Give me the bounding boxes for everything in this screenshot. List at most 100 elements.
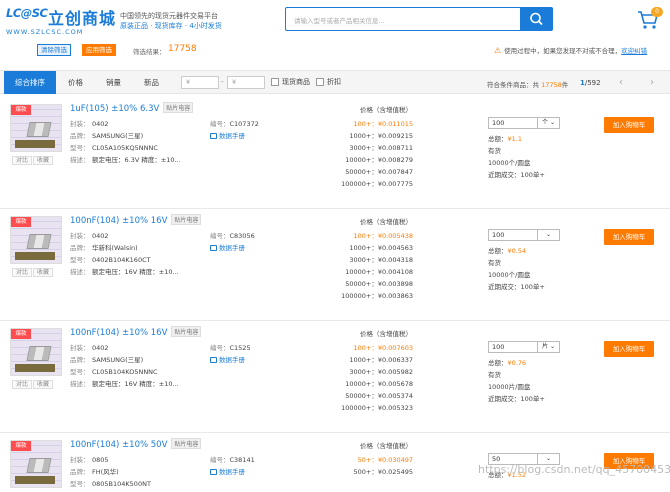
code-value: C107372 — [229, 120, 259, 128]
product-title[interactable]: 100nF(104) ±10% 16V 贴片电容 — [70, 214, 202, 226]
desc-label: 描述： — [70, 156, 90, 164]
unit-value[interactable]: 片 — [542, 343, 548, 350]
package-value: 0402 — [92, 120, 109, 128]
add-to-cart-button[interactable]: 加入购物车 — [604, 117, 654, 133]
add-to-cart-button[interactable]: 加入购物车 — [604, 229, 654, 245]
quantity-input[interactable]: 100 ⌄ — [488, 229, 560, 241]
product-image[interactable]: 爆款 — [10, 216, 62, 264]
compare-button[interactable]: 对比 — [12, 380, 33, 389]
apply-filter-button[interactable]: 应用筛选 — [82, 44, 116, 56]
price-from-input[interactable]: ¥ — [181, 76, 219, 89]
unit-value[interactable]: 个 — [542, 119, 548, 126]
datasheet-link[interactable]: 数据手册 — [210, 354, 245, 364]
tab-sales[interactable]: 销量 — [106, 71, 121, 94]
datasheet-link[interactable]: 数据手册 — [210, 130, 245, 140]
price-tier: 100+：¥0.007603 — [353, 344, 413, 352]
stock-status: 有货 — [488, 259, 501, 267]
next-page-button[interactable]: › — [645, 75, 659, 91]
datasheet-link[interactable]: 数据手册 — [210, 242, 245, 252]
product-title[interactable]: 100nF(104) ±10% 16V 贴片电容 — [70, 326, 202, 338]
feedback-link[interactable]: 欢迎纠错 — [621, 47, 647, 55]
favorite-button[interactable]: 收藏 — [33, 268, 54, 277]
compare-button[interactable]: 对比 — [12, 156, 33, 165]
quantity-value[interactable]: 100 — [492, 343, 504, 351]
logo-mark[interactable]: LC@SC — [6, 6, 48, 28]
slogan-line1: 中国领先的现货元器件交易平台 — [120, 12, 218, 20]
clear-filter-button[interactable]: 清除筛选 — [37, 44, 71, 56]
product-title-text[interactable]: 100nF(104) ±10% 16V — [70, 328, 167, 338]
product-image[interactable]: 爆款 — [10, 440, 62, 488]
product-model: 型号： 0805B104K500NT — [70, 478, 151, 488]
total-prefix: 符合条件商品：共 — [487, 81, 539, 89]
total-amount: 总额：¥0.54 — [488, 245, 526, 255]
price-tier: 10000+：¥0.008279 — [345, 156, 413, 164]
product-image[interactable]: 爆款 — [10, 104, 62, 152]
product-title-text[interactable]: 100nF(104) ±10% 50V — [70, 440, 167, 450]
total-count: 17758 — [541, 81, 562, 89]
datasheet-label[interactable]: 数据手册 — [219, 356, 245, 364]
product-package: 封装： 0402 — [70, 342, 109, 352]
stock-checkbox[interactable] — [271, 78, 279, 86]
quantity-input[interactable]: 100 片 ⌄ — [488, 341, 560, 353]
datasheet-label[interactable]: 数据手册 — [219, 468, 245, 476]
stock-status: 有货 — [488, 147, 501, 155]
package-label: 封装： — [70, 456, 90, 464]
code-value: C83056 — [229, 232, 255, 240]
code-label: 编号： — [210, 456, 230, 464]
discount-checkbox[interactable] — [316, 78, 324, 86]
product-title-text[interactable]: 100nF(104) ±10% 16V — [70, 216, 167, 226]
product-model: 型号： 0402B104K160CT — [70, 254, 151, 264]
favorite-button[interactable]: 收藏 — [33, 380, 54, 389]
compare-button[interactable]: 对比 — [12, 268, 33, 277]
product-model: 型号： CL05A105KQ5NNNC — [70, 142, 158, 152]
price-to-input[interactable]: ¥ — [227, 76, 265, 89]
model-value: CL05B104KO5NNNC — [92, 368, 158, 376]
product-title[interactable]: 1uF(105) ±10% 6.3V 贴片电容 — [70, 102, 194, 114]
category-tag: 贴片电容 — [171, 326, 202, 337]
search-button[interactable] — [520, 7, 553, 31]
chevron-down-icon: ⌄ — [549, 343, 555, 350]
price-header: 价格（含增值税） — [360, 442, 412, 450]
code-value: C1525 — [229, 344, 251, 352]
watermark: https://blog.csdn.net/qq_45700453 — [478, 463, 670, 476]
datasheet-label[interactable]: 数据手册 — [219, 244, 245, 252]
unit-select[interactable]: 个 ⌄ — [537, 118, 559, 128]
tab-default-sort[interactable]: 综合排序 — [4, 71, 56, 94]
search-input[interactable]: 请输入型号或者产品相关信息... — [285, 7, 520, 31]
price-header: 价格（含增值税） — [360, 106, 412, 114]
quantity-value[interactable]: 50 — [492, 455, 500, 463]
prev-page-button[interactable]: ‹ — [614, 75, 628, 91]
product-row: 爆款 对比 收藏 100nF(104) ±10% 16V 贴片电容 封装： 0402 品牌… — [0, 211, 670, 321]
product-code: 编号：C83056 — [210, 230, 255, 240]
tab-price[interactable]: 价格 — [68, 71, 83, 94]
quantity-value[interactable]: 100 — [492, 119, 504, 127]
tab-new[interactable]: 新品 — [144, 71, 159, 94]
unit-select[interactable]: ⌄ — [537, 230, 559, 240]
favorite-button[interactable]: 收藏 — [33, 156, 54, 165]
desc-value: 额定电压：16V 精度：±10... — [92, 380, 179, 388]
filter-row: 清除筛选 应用筛选 筛选结果： 17758 ⚠ 使用过程中，如果您发现不对或不合理… — [0, 40, 670, 58]
product-package: 封装： 0402 — [70, 230, 109, 240]
price-tier: 50000+：¥0.003898 — [345, 280, 413, 288]
price-tier: 100000+：¥0.003863 — [341, 292, 413, 300]
add-to-cart-button[interactable]: 加入购物车 — [604, 341, 654, 357]
quantity-input[interactable]: 100 个 ⌄ — [488, 117, 560, 129]
product-image[interactable]: 爆款 — [10, 328, 62, 376]
product-title[interactable]: 100nF(104) ±10% 50V 贴片电容 — [70, 438, 202, 450]
logo-name[interactable]: 立创商城 — [48, 5, 116, 29]
datasheet-label[interactable]: 数据手册 — [219, 132, 245, 140]
price-tier: 50+：¥0.030497 — [357, 456, 413, 464]
slogan-line2: 原装正品 · 现货库存 · 4小时发货 — [120, 22, 222, 30]
code-label: 编号： — [210, 344, 230, 352]
category-tag: 贴片电容 — [171, 438, 202, 449]
product-title-text[interactable]: 1uF(105) ±10% 6.3V — [70, 104, 159, 114]
chevron-down-icon: ⌄ — [549, 119, 555, 126]
recent-sales: 近期成交：100单+ — [488, 283, 545, 291]
total-label: 总额： — [488, 135, 508, 143]
quantity-value[interactable]: 100 — [492, 231, 504, 239]
datasheet-link[interactable]: 数据手册 — [210, 466, 245, 476]
unit-select[interactable]: 片 ⌄ — [537, 342, 559, 352]
product-desc: 描述： 额定电压：16V 精度：±10... — [70, 266, 179, 276]
desc-label: 描述： — [70, 380, 90, 388]
price-tier: 100000+：¥0.005323 — [341, 404, 413, 412]
